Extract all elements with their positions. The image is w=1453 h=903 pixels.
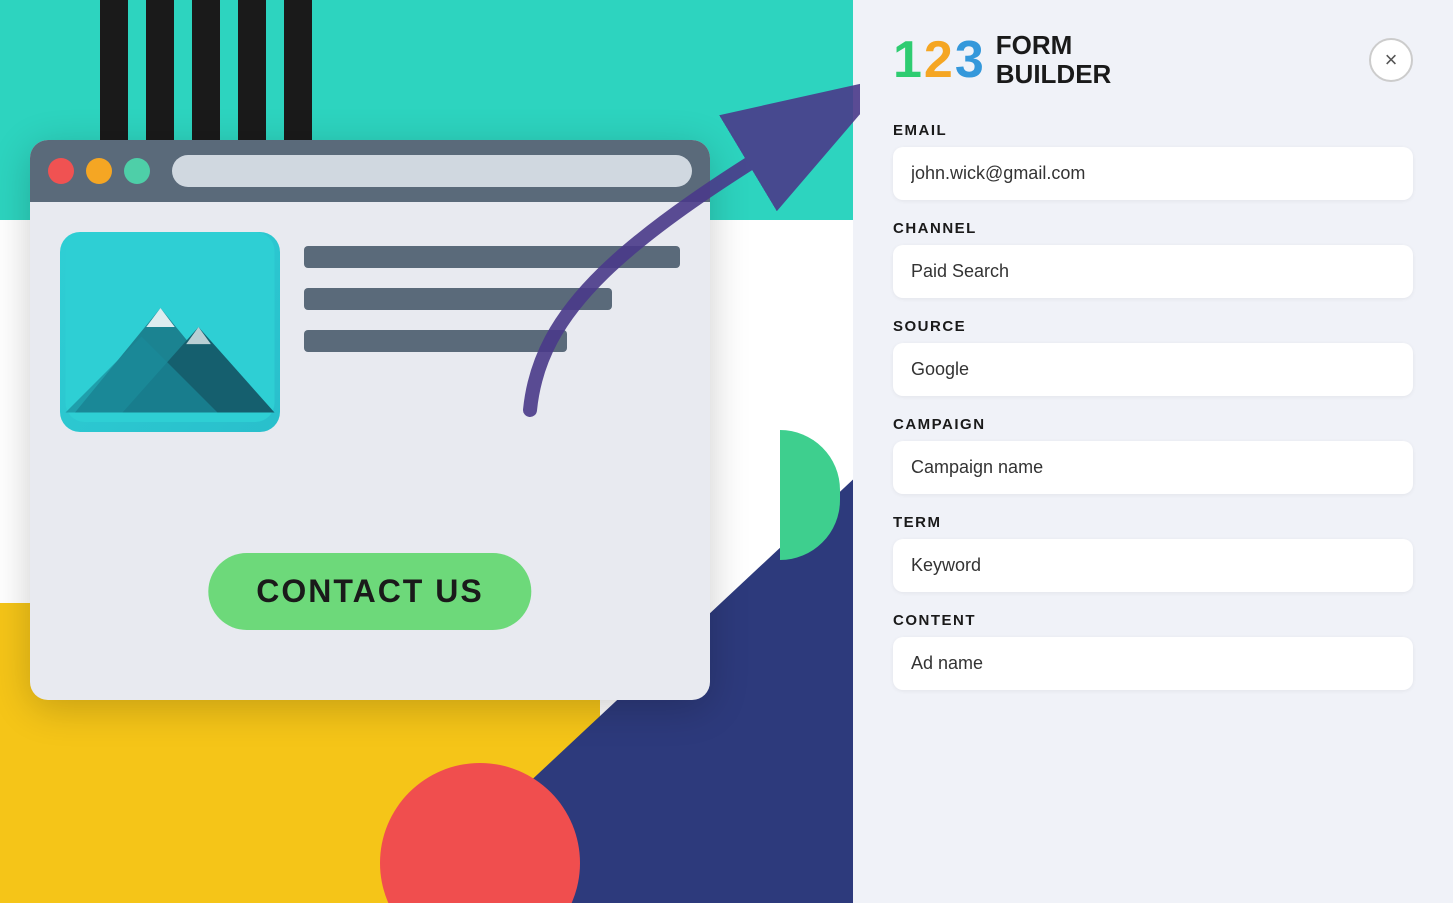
text-lines-area: [304, 232, 680, 352]
logo-text: FORM BUILDER: [996, 31, 1112, 88]
input-campaign[interactable]: [893, 441, 1413, 494]
label-channel: CHANNEL: [893, 220, 1413, 237]
label-source: SOURCE: [893, 318, 1413, 335]
panel-header: 1 2 3 FORM BUILDER ×: [893, 30, 1413, 90]
input-email[interactable]: [893, 147, 1413, 200]
logo-area: 1 2 3 FORM BUILDER: [893, 30, 1111, 90]
right-panel: 1 2 3 FORM BUILDER × EMAIL CHANNEL SOURC…: [853, 0, 1453, 903]
text-line-1: [304, 246, 680, 268]
browser-address-bar: [172, 155, 692, 187]
field-group-term: TERM: [893, 514, 1413, 592]
contact-us-button[interactable]: CONTACT US: [208, 553, 531, 630]
field-group-campaign: CAMPAIGN: [893, 416, 1413, 494]
text-line-3: [304, 330, 567, 352]
label-email: EMAIL: [893, 122, 1413, 139]
field-group-email: EMAIL: [893, 122, 1413, 200]
field-group-source: SOURCE: [893, 318, 1413, 396]
logo-digit-3: 3: [955, 30, 984, 90]
left-background: CONTACT US: [0, 0, 860, 903]
input-source[interactable]: [893, 343, 1413, 396]
text-line-2: [304, 288, 612, 310]
input-content[interactable]: [893, 637, 1413, 690]
close-button[interactable]: ×: [1369, 38, 1413, 82]
field-group-content: CONTENT: [893, 612, 1413, 690]
input-channel[interactable]: [893, 245, 1413, 298]
browser-content: [30, 202, 710, 432]
browser-dot-green: [124, 158, 150, 184]
browser-dot-orange: [86, 158, 112, 184]
label-content: CONTENT: [893, 612, 1413, 629]
logo-digit-1: 1: [893, 30, 922, 90]
browser-mockup: CONTACT US: [30, 140, 710, 700]
logo-numbers: 1 2 3: [893, 30, 984, 90]
label-term: TERM: [893, 514, 1413, 531]
input-term[interactable]: [893, 539, 1413, 592]
browser-dot-red: [48, 158, 74, 184]
label-campaign: CAMPAIGN: [893, 416, 1413, 433]
logo-digit-2: 2: [924, 30, 953, 90]
contact-us-wrapper[interactable]: CONTACT US: [208, 553, 531, 630]
field-group-channel: CHANNEL: [893, 220, 1413, 298]
browser-toolbar: [30, 140, 710, 202]
image-placeholder: [60, 232, 280, 432]
